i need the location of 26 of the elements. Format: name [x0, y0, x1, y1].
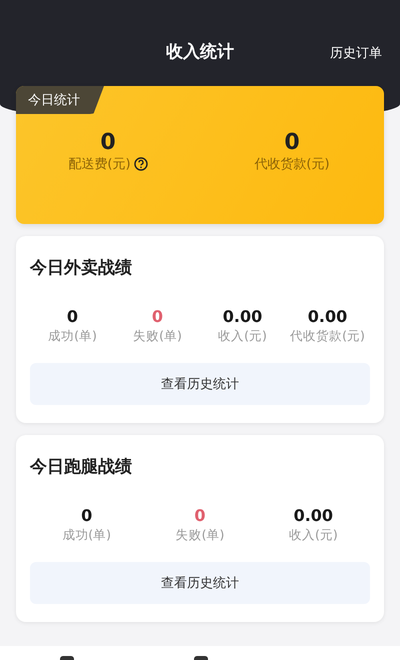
history-stats-button[interactable]: 查看历史统计 — [30, 562, 370, 604]
help-icon[interactable] — [134, 157, 148, 171]
stat-value: 0 — [284, 130, 300, 155]
stat-label: 成功(单) — [62, 527, 112, 544]
stat-value: 0 — [194, 506, 206, 525]
card-tag: 今日统计 — [16, 86, 104, 114]
stat-value: 0 — [100, 130, 116, 155]
card-title: 今日跑腿战绩 — [30, 456, 133, 478]
stat-value: 0 — [66, 307, 78, 326]
stat-label: 代收货款(元) — [254, 156, 330, 173]
history-stats-button[interactable]: 查看历史统计 — [30, 363, 370, 405]
stat-value: 0.00 — [308, 307, 348, 326]
history-orders-link[interactable]: 历史订单 — [330, 44, 382, 62]
stat-value: 0 — [81, 506, 92, 525]
stat-label: 配送费(元) — [68, 156, 131, 173]
stat-value: 0 — [152, 307, 164, 326]
stat-label: 失败(单) — [176, 527, 224, 544]
stat-label: 收入(元) — [288, 527, 338, 544]
stat-value: 0.00 — [222, 307, 262, 326]
stat-label: 失败(单) — [133, 328, 182, 345]
page-title: 收入统计 — [166, 42, 234, 62]
stat-label: 收入(元) — [218, 328, 267, 345]
stat-value: 0.00 — [294, 506, 334, 525]
stat-label: 代收货款(元) — [290, 328, 365, 345]
stat-label: 成功(单) — [48, 328, 97, 345]
card-title: 今日外卖战绩 — [30, 257, 133, 279]
